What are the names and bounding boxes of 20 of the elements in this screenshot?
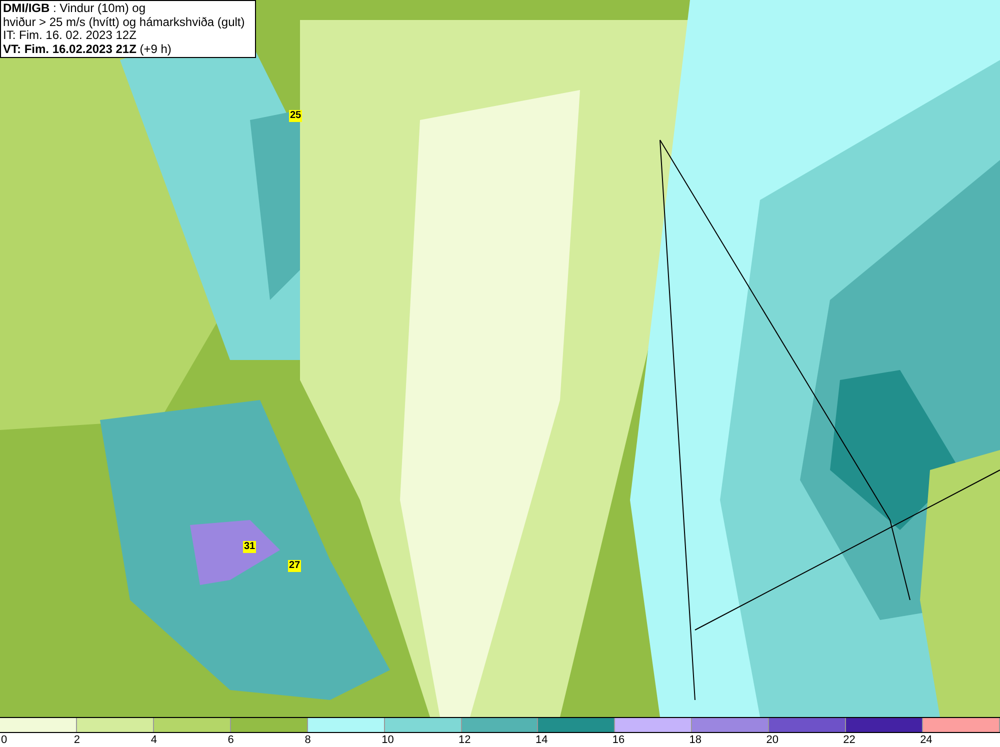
gust-label: 31 — [243, 541, 256, 553]
scale-label: 12 — [458, 734, 471, 746]
scale-label: 6 — [228, 734, 234, 746]
scale-label: 10 — [382, 734, 394, 746]
title-line: IT: Fim. 16. 02. 2023 12Z — [3, 29, 138, 42]
title-line: VT: Fim. 16.02.2023 21Z (+9 h) — [3, 42, 172, 56]
title-line: hviður > 25 m/s (hvítt) og hámarkshviða (gult) — [3, 16, 246, 29]
scale-label: 4 — [150, 734, 157, 746]
gust-label: 27 — [288, 560, 302, 572]
title-line: DMI/IGB : Vindur (10m) og — [3, 2, 146, 16]
scale-label: 2 — [74, 734, 80, 746]
scale-label: 18 — [689, 734, 702, 746]
scale-label: 8 — [304, 734, 311, 746]
scale-label: 24 — [920, 734, 932, 746]
scale-label: 14 — [535, 734, 548, 746]
scale-label: 22 — [843, 734, 856, 746]
scale-label: 20 — [766, 734, 778, 746]
scale-label: 16 — [612, 734, 625, 746]
scale-label: 0 — [1, 734, 8, 746]
gust-label: 25 — [289, 110, 302, 122]
